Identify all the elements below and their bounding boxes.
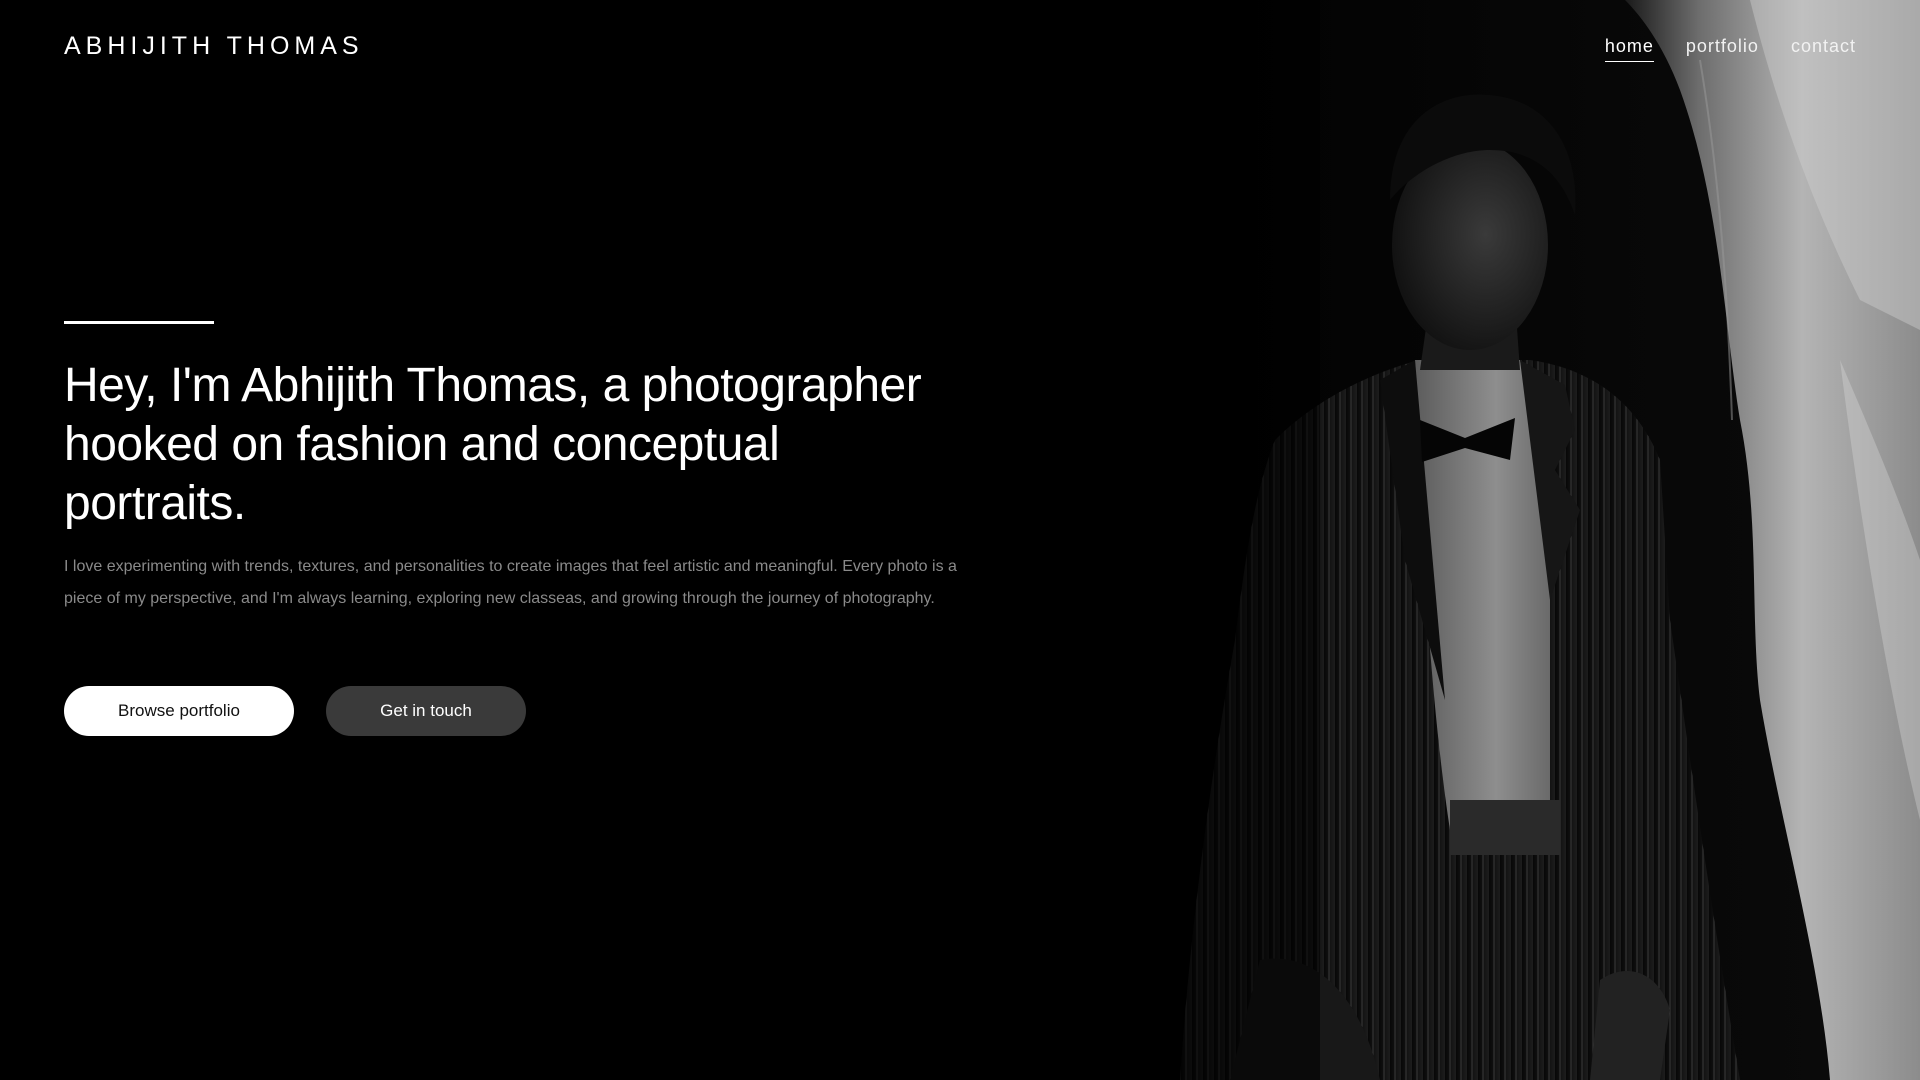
nav-contact-link[interactable]: contact [1791, 36, 1856, 62]
nav-home-link[interactable]: home [1604, 36, 1654, 62]
nav-portfolio-link[interactable]: portfolio [1686, 36, 1759, 62]
main-nav: home portfolio contact [1604, 36, 1856, 62]
hero-headline: Hey, I'm Abhijith Thomas, a photographer… [64, 359, 922, 530]
hero-intro-text: I love experimenting with trends, textur… [64, 558, 957, 607]
get-in-touch-button[interactable]: Get in touch [326, 686, 526, 736]
hero-portrait-image [1060, 0, 1920, 1080]
page: ABHIJITH THOMAS home portfolio contact H… [0, 0, 1920, 1080]
browse-portfolio-button[interactable]: Browse portfolio [64, 686, 294, 736]
accent-divider [64, 321, 214, 324]
site-brand[interactable]: ABHIJITH THOMAS [64, 32, 364, 61]
